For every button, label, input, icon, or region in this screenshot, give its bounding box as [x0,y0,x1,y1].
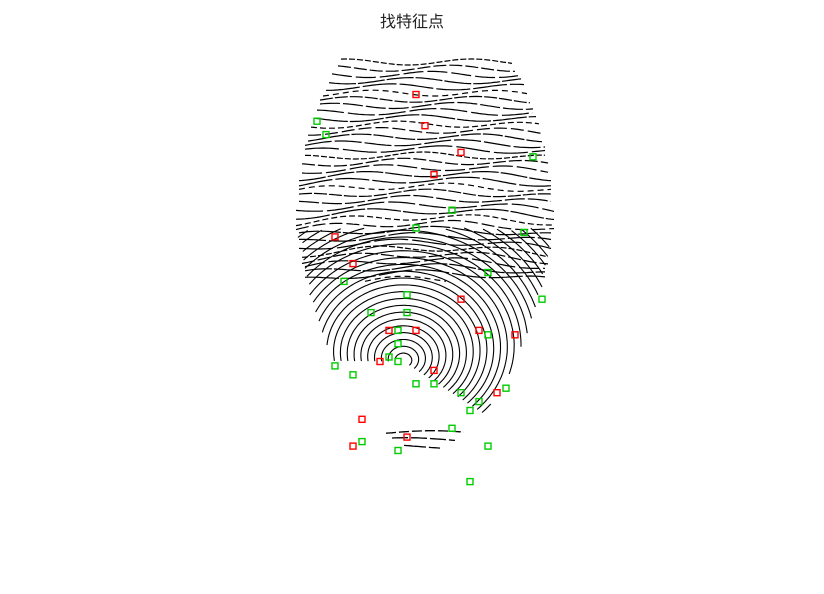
ridge-line [403,444,441,449]
green-feature-marker [394,446,402,455]
green-feature-marker [349,371,357,379]
green-feature-marker [358,437,366,446]
green-feature-marker [331,362,339,370]
red-feature-marker [358,415,366,423]
green-feature-marker [529,153,537,161]
ridge-line [328,77,522,85]
red-feature-marker [457,148,465,157]
ridge-line [387,345,420,369]
ridge-line [322,89,528,97]
ridge-line [373,332,433,376]
ridge-line [364,275,447,282]
ridge-line [391,437,456,442]
green-feature-marker [466,406,474,415]
green-feature-marker [538,295,546,303]
ridge-line [319,95,531,104]
fingerprint-ridges [295,58,555,449]
green-feature-marker [448,424,456,432]
ridge-line [319,101,534,110]
green-feature-marker [457,389,465,397]
ridge-line [481,403,492,413]
green-feature-marker [403,291,411,299]
green-feature-marker [394,357,402,366]
ridge-line [394,352,413,366]
ridge-line [316,108,534,116]
green-feature-marker [484,442,492,450]
ridge-line [298,176,552,187]
red-feature-marker [349,442,357,450]
ridge-line [304,269,546,279]
ridge-line [298,188,552,198]
ridge-line [297,230,309,238]
ridge-line [318,270,495,404]
ridge-line [337,64,515,72]
fingerprint-plot [295,58,555,486]
green-feature-marker [394,340,402,348]
green-feature-marker [412,380,420,388]
ridge-line [360,318,447,382]
ridge-line [298,194,552,205]
green-feature-marker [430,380,438,388]
ridge-line [331,70,519,79]
ridge-line [326,83,525,91]
red-feature-marker [493,389,501,397]
green-feature-marker [466,477,474,486]
ridge-line [301,157,549,167]
ridge-line [340,58,513,66]
red-feature-marker [376,357,384,366]
green-feature-marker [502,384,510,392]
ridge-line [380,338,426,373]
